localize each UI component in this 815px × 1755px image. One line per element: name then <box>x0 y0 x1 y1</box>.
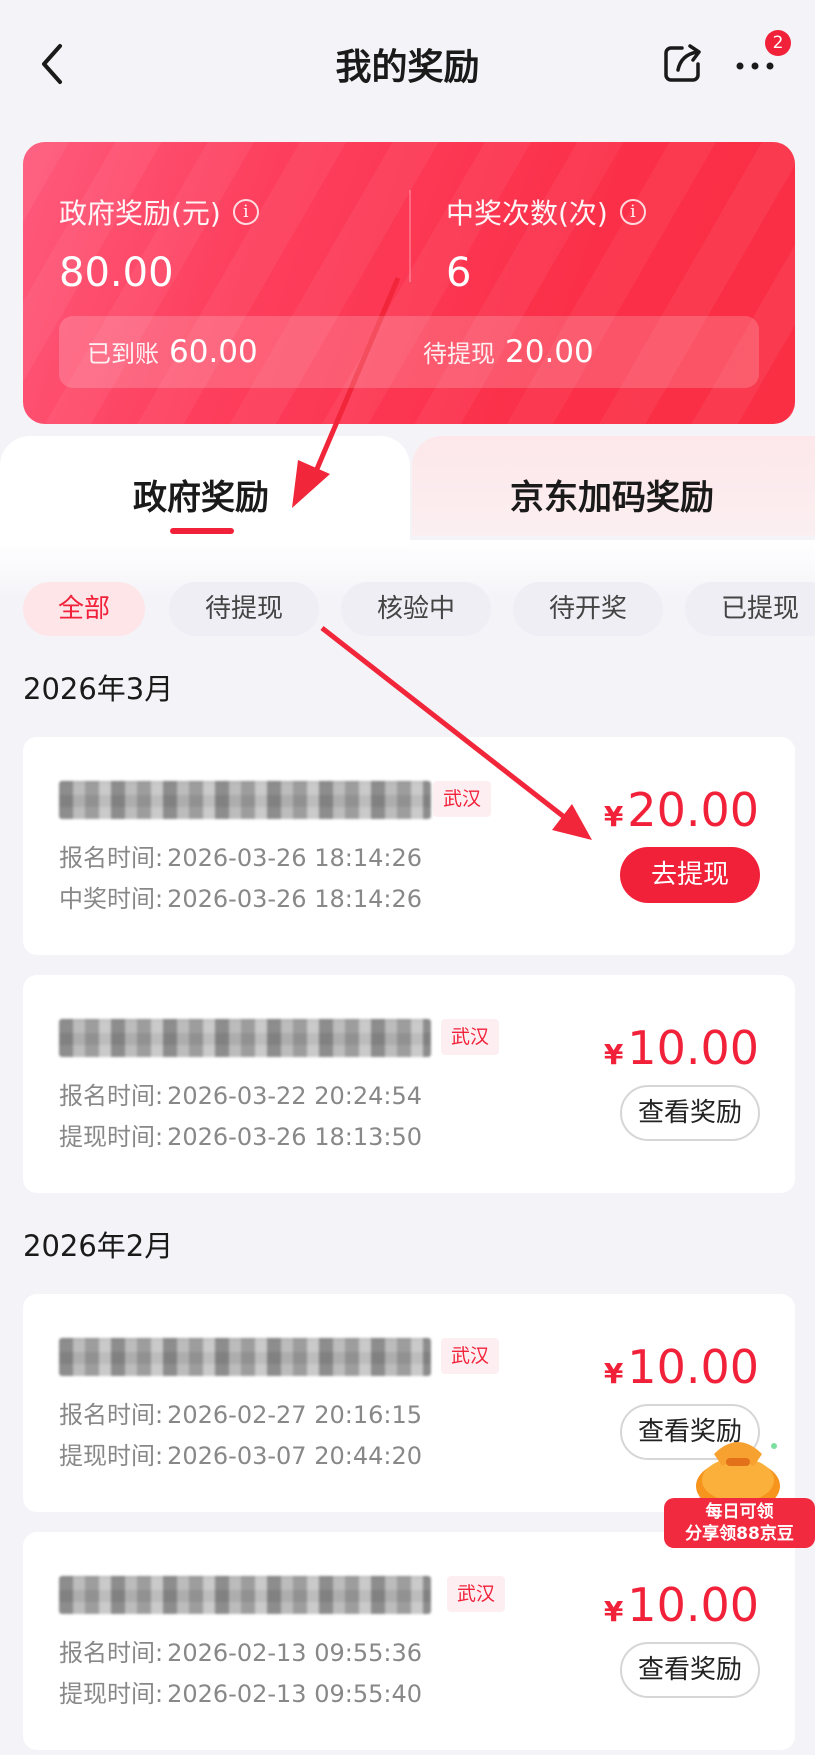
redacted-title <box>59 781 431 819</box>
reward-amount: ¥10.00 <box>603 1340 759 1394</box>
credited-value: 60.00 <box>169 334 258 370</box>
view-reward-button[interactable]: 查看奖励 <box>620 1642 760 1698</box>
share-icon <box>664 44 701 82</box>
pending-value: 20.00 <box>505 334 594 370</box>
filter-all[interactable]: 全部 <box>23 582 145 636</box>
withdraw-time: 提现时间: 2026-02-13 09:55:40 <box>59 1680 422 1708</box>
tab-bar: 京东加码奖励 政府奖励 <box>0 436 815 546</box>
info-icon[interactable]: i <box>232 199 259 225</box>
credited-amount: 已到账 60.00 <box>87 334 258 370</box>
reward-card[interactable]: 武汉 报名时间: 2026-03-22 20:24:54 提现时间: 2026-03… <box>23 975 795 1193</box>
city-tag: 武汉 <box>441 1338 500 1374</box>
win-count-label: 中奖次数(次) <box>446 197 608 230</box>
city-tag: 武汉 <box>447 1576 506 1612</box>
signup-time: 报名时间: 2026-03-26 18:14:26 <box>59 844 422 872</box>
balance-panel: 已到账 60.00 待提现 20.00 <box>59 316 759 388</box>
signup-time: 报名时间: 2026-02-27 20:16:15 <box>59 1401 422 1429</box>
promo-banner: 每日可领 分享领88京豆 <box>664 1498 815 1548</box>
filter-chips: 全部 待提现 核验中 待开奖 已提现 <box>23 582 815 636</box>
reward-amount: ¥10.00 <box>603 1578 759 1632</box>
reward-card[interactable]: 武汉 报名时间: 2026-03-26 18:14:26 中奖时间: 2026-03… <box>23 737 795 955</box>
filter-verifying[interactable]: 核验中 <box>341 582 491 636</box>
share-button[interactable] <box>662 42 704 84</box>
redacted-title <box>59 1019 431 1057</box>
reward-summary-card: 政府奖励(元) i 80.00 中奖次数(次) i 6 已到账 60.00 待提… <box>23 142 795 424</box>
tab-label: 政府奖励 <box>133 478 269 518</box>
month-header: 2026年3月 <box>23 672 174 706</box>
redacted-title <box>59 1576 431 1614</box>
withdraw-button[interactable]: 去提现 <box>620 847 760 903</box>
stat-divider <box>409 190 411 282</box>
tab-jd-bonus[interactable]: 京东加码奖励 <box>412 436 815 536</box>
withdraw-time: 提现时间: 2026-03-26 18:13:50 <box>59 1123 422 1151</box>
filter-pending-withdraw[interactable]: 待提现 <box>169 582 319 636</box>
signup-time: 报名时间: 2026-02-13 09:55:36 <box>59 1639 422 1667</box>
gov-reward-label: 政府奖励(元) <box>59 197 221 230</box>
withdraw-time: 提现时间: 2026-03-07 20:44:20 <box>59 1442 422 1470</box>
filter-pending-draw[interactable]: 待开奖 <box>513 582 663 636</box>
tab-gov-reward[interactable]: 政府奖励 <box>0 436 410 546</box>
top-bar: 我的奖励 2 <box>0 0 815 128</box>
pending-label: 待提现 <box>423 340 495 368</box>
win-count-stat: 中奖次数(次) i 6 <box>446 192 646 296</box>
city-tag: 武汉 <box>433 781 492 817</box>
city-tag: 武汉 <box>441 1019 500 1055</box>
reward-amount: ¥10.00 <box>603 1021 759 1075</box>
month-header: 2026年2月 <box>23 1229 174 1263</box>
signup-time: 报名时间: 2026-03-22 20:24:54 <box>59 1082 422 1110</box>
gov-reward-stat: 政府奖励(元) i 80.00 <box>59 192 259 296</box>
win-count-value: 6 <box>446 250 472 296</box>
view-reward-button[interactable]: 查看奖励 <box>620 1085 760 1141</box>
daily-bean-promo[interactable]: 每日可领 分享领88京豆 <box>664 1428 815 1556</box>
reward-card[interactable]: 武汉 报名时间: 2026-02-13 09:55:36 提现时间: 2026-02… <box>23 1532 795 1750</box>
redacted-title <box>59 1338 431 1376</box>
reward-amount: ¥20.00 <box>603 783 759 837</box>
filter-withdrawn[interactable]: 已提现 <box>685 582 815 636</box>
win-time: 中奖时间: 2026-03-26 18:14:26 <box>59 885 422 913</box>
notification-badge: 2 <box>765 30 791 56</box>
tab-active-indicator <box>170 528 234 534</box>
credited-label: 已到账 <box>87 340 159 368</box>
tab-label: 京东加码奖励 <box>510 478 714 518</box>
gov-reward-value: 80.00 <box>59 250 174 296</box>
pending-amount: 待提现 20.00 <box>423 334 594 370</box>
info-icon[interactable]: i <box>619 199 646 225</box>
